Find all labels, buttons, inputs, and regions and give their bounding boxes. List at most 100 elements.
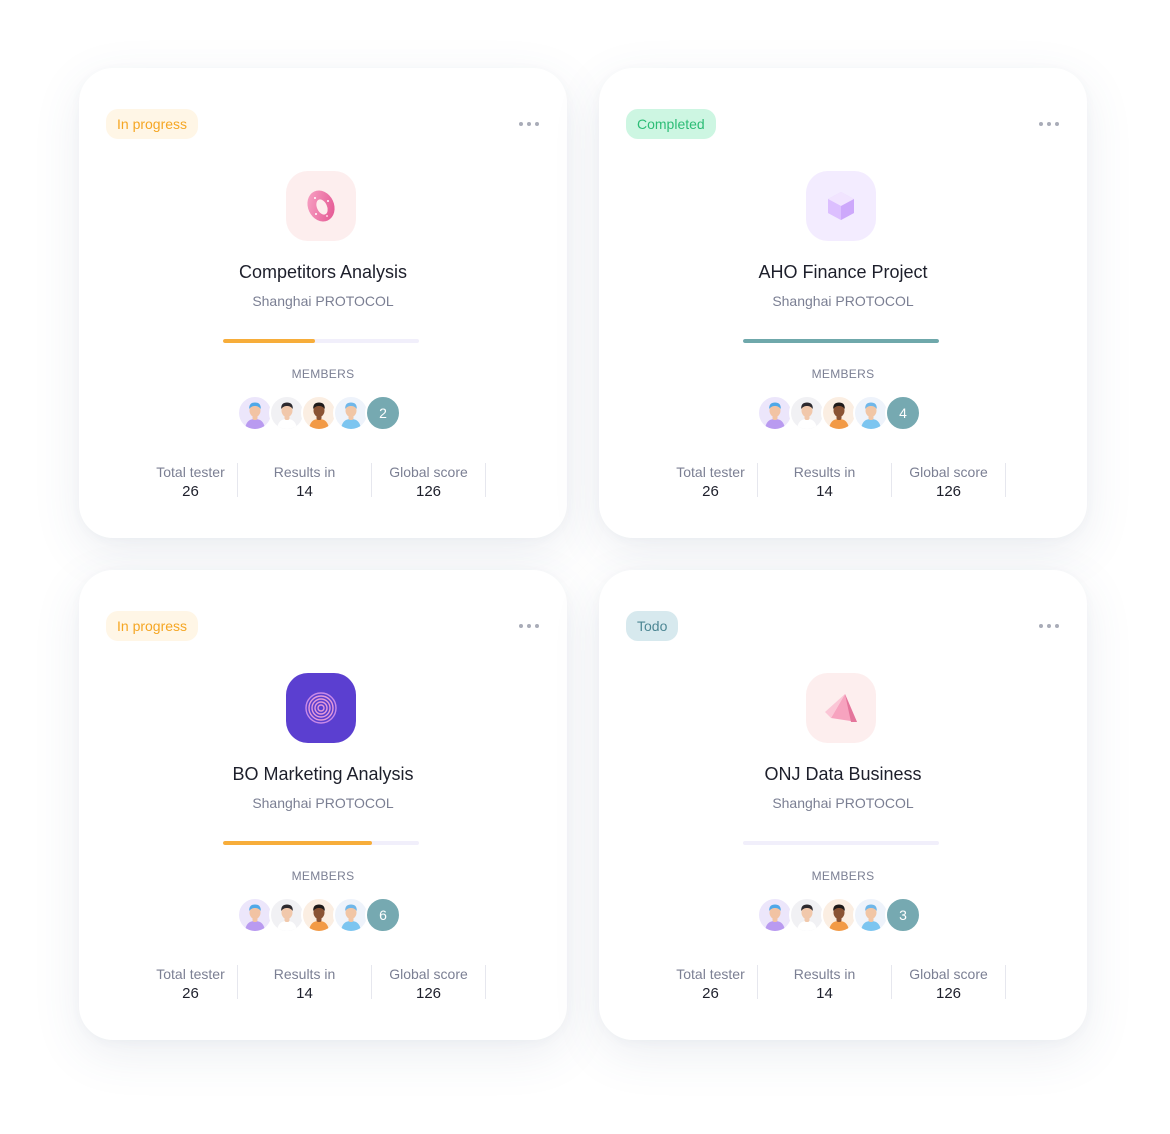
progress-fill <box>223 339 316 343</box>
project-subtitle: Shanghai PROTOCOL <box>252 293 394 309</box>
stat-value: 26 <box>702 985 719 1002</box>
project-card[interactable]: Todo ONJ Data Business Shanghai PROTOCOL… <box>599 570 1087 1040</box>
project-card[interactable]: Completed AHO Finance Project Shanghai P… <box>599 68 1087 538</box>
projects-grid: In progress Competitors Analysis Shangha… <box>0 0 1170 1134</box>
status-badge: In progress <box>106 611 199 641</box>
avatar[interactable] <box>853 897 889 933</box>
progress-bar <box>223 339 419 343</box>
stat-label: Total tester <box>676 966 745 982</box>
project-stats: Total tester 26 Results in 14 Global sco… <box>144 965 486 1002</box>
avatar[interactable] <box>333 395 369 431</box>
project-card[interactable]: In progress Competitors Analysis Shangha… <box>79 68 567 538</box>
stat-label: Results in <box>793 464 856 480</box>
avatar[interactable] <box>301 897 337 933</box>
status-badge: In progress <box>106 109 199 139</box>
stat-value: 14 <box>816 985 833 1002</box>
stat-label: Total tester <box>156 464 225 480</box>
crystal-cube-icon <box>806 171 876 241</box>
project-card[interactable]: In progress BO Marketing Analysis Shangh… <box>79 570 567 1040</box>
stat-label: Total tester <box>676 464 745 480</box>
progress-bar <box>743 339 939 343</box>
more-options-icon[interactable] <box>1039 620 1059 632</box>
project-title[interactable]: AHO Finance Project <box>599 262 1087 283</box>
donut-icon <box>286 171 356 241</box>
avatar[interactable] <box>789 395 825 431</box>
stat-total-tester: Total tester 26 <box>144 965 238 1002</box>
stat-label: Global score <box>389 966 468 982</box>
stat-label: Global score <box>389 464 468 480</box>
project-subtitle: Shanghai PROTOCOL <box>252 795 394 811</box>
stat-label: Global score <box>909 464 988 480</box>
stat-total-tester: Total tester 26 <box>664 965 758 1002</box>
stat-label: Results in <box>793 966 856 982</box>
avatar[interactable] <box>757 395 793 431</box>
stat-value: 26 <box>182 985 199 1002</box>
stat-value: 126 <box>415 483 442 500</box>
more-options-icon[interactable] <box>519 118 539 130</box>
extra-members-count[interactable]: 6 <box>365 897 401 933</box>
avatar[interactable] <box>853 395 889 431</box>
extra-members-count[interactable]: 2 <box>365 395 401 431</box>
extra-members-count[interactable]: 4 <box>885 395 921 431</box>
fingerprint-icon <box>286 673 356 743</box>
member-avatars[interactable]: 6 <box>237 897 401 933</box>
project-stats: Total tester 26 Results in 14 Global sco… <box>144 463 486 500</box>
stat-global-score: Global score 126 <box>372 463 486 500</box>
project-subtitle: Shanghai PROTOCOL <box>772 795 914 811</box>
progress-fill <box>743 339 939 343</box>
avatar[interactable] <box>237 395 273 431</box>
stat-value: 126 <box>935 985 962 1002</box>
status-badge: Todo <box>626 611 679 641</box>
project-title[interactable]: Competitors Analysis <box>79 262 567 283</box>
stat-value: 26 <box>182 483 199 500</box>
stat-results-in: Results in 14 <box>238 965 372 1002</box>
avatar[interactable] <box>237 897 273 933</box>
project-stats: Total tester 26 Results in 14 Global sco… <box>664 965 1006 1002</box>
status-badge: Completed <box>626 109 716 139</box>
stat-value: 14 <box>296 985 313 1002</box>
avatar[interactable] <box>821 897 857 933</box>
avatar[interactable] <box>301 395 337 431</box>
more-options-icon[interactable] <box>519 620 539 632</box>
avatar[interactable] <box>269 395 305 431</box>
stat-total-tester: Total tester 26 <box>664 463 758 500</box>
avatar[interactable] <box>821 395 857 431</box>
project-stats: Total tester 26 Results in 14 Global sco… <box>664 463 1006 500</box>
stat-value: 126 <box>415 985 442 1002</box>
stat-value: 126 <box>935 483 962 500</box>
stat-results-in: Results in 14 <box>758 965 892 1002</box>
member-avatars[interactable]: 3 <box>757 897 921 933</box>
more-options-icon[interactable] <box>1039 118 1059 130</box>
avatar[interactable] <box>269 897 305 933</box>
members-label: MEMBERS <box>291 367 355 381</box>
stat-label: Results in <box>273 464 336 480</box>
stat-value: 26 <box>702 483 719 500</box>
project-title[interactable]: ONJ Data Business <box>599 764 1087 785</box>
stat-value: 14 <box>816 483 833 500</box>
members-label: MEMBERS <box>811 367 875 381</box>
project-title[interactable]: BO Marketing Analysis <box>79 764 567 785</box>
stat-value: 14 <box>296 483 313 500</box>
stat-results-in: Results in 14 <box>238 463 372 500</box>
avatar[interactable] <box>757 897 793 933</box>
project-subtitle: Shanghai PROTOCOL <box>772 293 914 309</box>
members-label: MEMBERS <box>291 869 355 883</box>
member-avatars[interactable]: 4 <box>757 395 921 431</box>
stat-label: Global score <box>909 966 988 982</box>
stat-global-score: Global score 126 <box>892 463 1006 500</box>
progress-bar <box>743 841 939 845</box>
members-label: MEMBERS <box>811 869 875 883</box>
pyramid-icon <box>806 673 876 743</box>
stat-results-in: Results in 14 <box>758 463 892 500</box>
progress-bar <box>223 841 419 845</box>
stat-global-score: Global score 126 <box>372 965 486 1002</box>
extra-members-count[interactable]: 3 <box>885 897 921 933</box>
progress-fill <box>223 841 372 845</box>
stat-global-score: Global score 126 <box>892 965 1006 1002</box>
stat-label: Results in <box>273 966 336 982</box>
stat-total-tester: Total tester 26 <box>144 463 238 500</box>
member-avatars[interactable]: 2 <box>237 395 401 431</box>
stat-label: Total tester <box>156 966 225 982</box>
avatar[interactable] <box>789 897 825 933</box>
avatar[interactable] <box>333 897 369 933</box>
